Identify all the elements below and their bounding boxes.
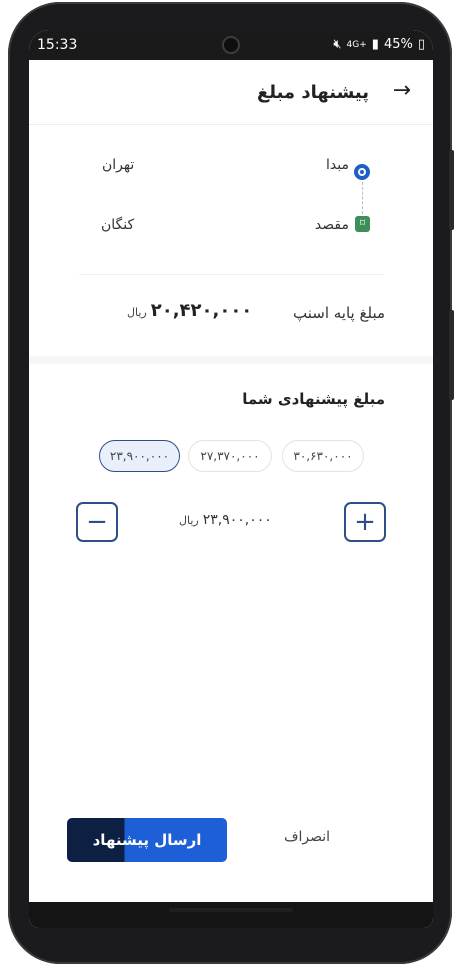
destination-value: کنگان [101,217,135,233]
origin-value: تهران [102,157,135,173]
offer-chip[interactable]: ۲۷,۳۷۰,۰۰۰ [188,440,272,472]
destination-pin-icon: ⌑ [355,216,370,232]
route-line [362,182,363,214]
section-separator [29,356,433,364]
base-price-label: مبلغ پایه اسنپ [293,304,385,322]
destination-label: مقصد [314,217,349,233]
current-offer-amount: ۲۳,۹۰۰,۰۰۰ریال [179,512,272,528]
battery-percent: 45% [383,37,413,52]
decrease-amount-button[interactable]: − [76,502,118,542]
volume-button [449,150,454,230]
offer-chip-selected[interactable]: ۲۳,۹۰۰,۰۰۰ [99,440,180,472]
page-title: پیشنهاد مبلغ [256,82,369,103]
cancel-button[interactable]: انصراف [284,829,330,845]
network-label: 4G+ [346,39,367,50]
increase-amount-button[interactable]: + [344,502,386,542]
status-time: 15:33 [37,37,78,53]
base-price-amount: ۲۰,۴۲۰,۰۰۰ریال [127,300,252,321]
home-indicator[interactable] [169,908,293,912]
minus-icon: − [86,507,108,537]
origin-pin-icon [354,164,370,180]
plus-icon: + [354,507,376,537]
base-price-value: ۲۰,۴۲۰,۰۰۰ [150,300,253,321]
submit-offer-button[interactable]: ارسال پیشنهاد [67,818,227,862]
base-price-currency: ریال [127,306,147,319]
status-icons: 🔇︎ 4G+ ▮ 45% ▯ [333,37,425,52]
offer-title: مبلغ پیشنهادی شما [242,390,385,408]
mute-icon: 🔇︎ [333,37,342,52]
signal-icon: ▮ [371,37,379,52]
app-bar [29,60,433,125]
offer-chip[interactable]: ۳۰,۶۳۰,۰۰۰ [282,440,364,472]
navigation-bar [29,902,433,928]
battery-icon: ▯ [417,37,425,52]
arrow-right-icon[interactable]: → [393,80,411,102]
power-button [449,310,454,400]
current-offer-value: ۲۳,۹۰۰,۰۰۰ [202,512,272,528]
screen: 15:33 🔇︎ 4G+ ▮ 45% ▯ → پیشنهاد مبلغ ⌑ مب… [29,30,433,928]
origin-label: مبدا [326,157,349,173]
front-camera [222,36,240,54]
current-offer-currency: ریال [179,514,199,527]
divider [79,274,384,275]
status-bar: 15:33 🔇︎ 4G+ ▮ 45% ▯ [29,30,433,60]
